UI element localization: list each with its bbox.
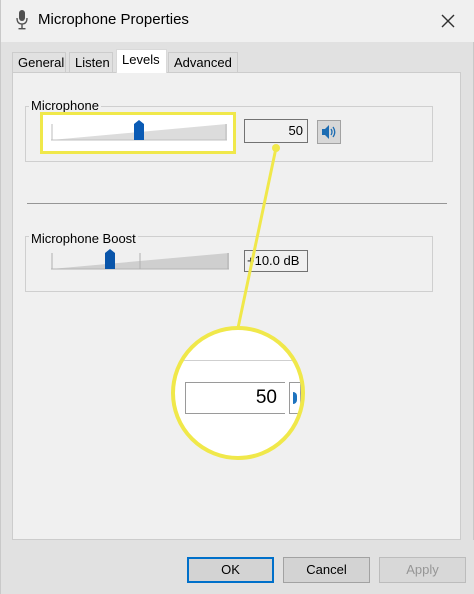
speaker-icon — [293, 392, 297, 404]
zoom-speaker-button — [289, 382, 301, 414]
zoom-callout: 50 — [171, 326, 305, 460]
zoom-level-value: 50 — [255, 387, 277, 408]
zoom-group-border — [175, 360, 301, 361]
tab-label: Levels — [122, 52, 160, 67]
callout-line — [236, 144, 280, 329]
zoom-level-field: 50 — [185, 382, 285, 414]
tab-levels[interactable]: Levels — [116, 49, 167, 73]
